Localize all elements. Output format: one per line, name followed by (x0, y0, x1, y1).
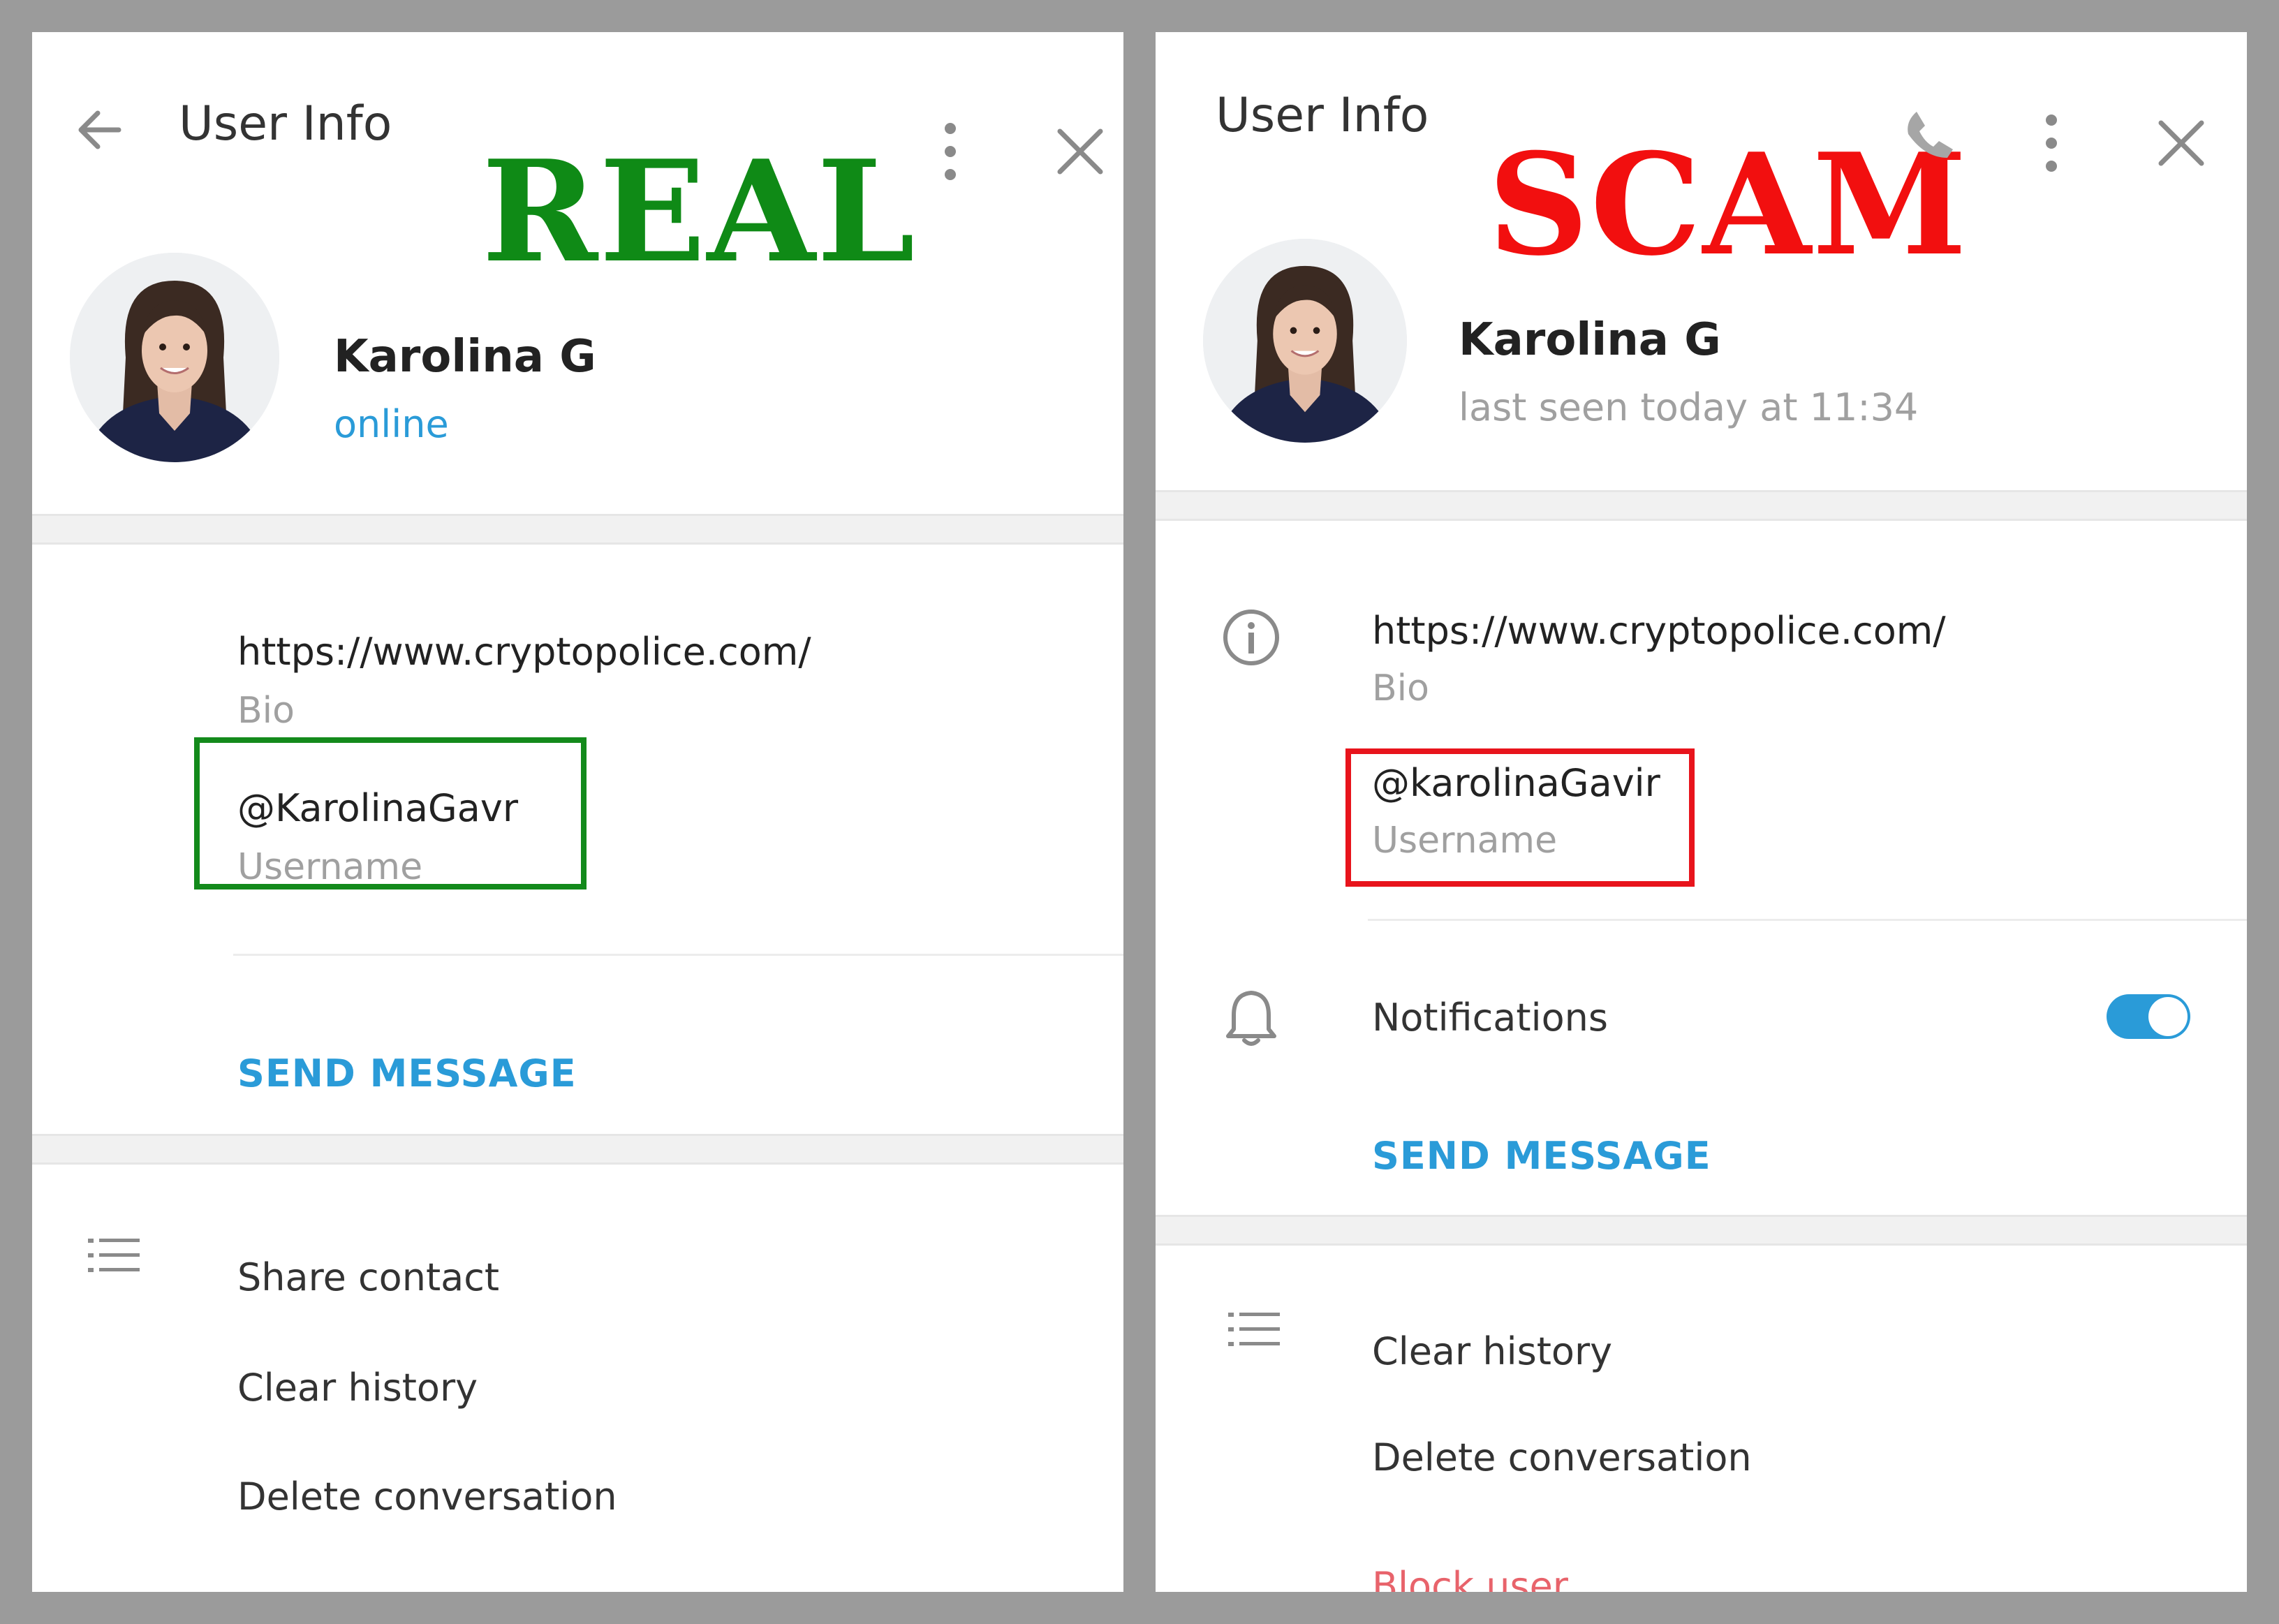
scam-stamp: SCAM (1488, 123, 1969, 287)
header-title: User Info (179, 96, 392, 152)
send-message-button[interactable]: SEND MESSAGE (1372, 1134, 1711, 1178)
bio-value[interactable]: https://www.cryptopolice.com/ (237, 630, 811, 674)
bio-label: Bio (1372, 667, 1429, 709)
menu-item-delete-conversation[interactable]: Delete conversation (1372, 1435, 1752, 1479)
header-title: User Info (1216, 88, 1429, 143)
notifications-label: Notifications (1372, 996, 1608, 1040)
close-icon[interactable] (1053, 124, 1107, 179)
real-stamp: REAL (482, 130, 917, 294)
profile-name: Karolina G (1459, 314, 1721, 366)
profile-status: online (334, 402, 449, 446)
real-user-info-panel: User Info REAL Karolina G online https:/… (32, 32, 1123, 1592)
bio-label: Bio (237, 690, 295, 732)
scam-user-info-panel: User Info SCAM Karolina G last seen toda… (1156, 32, 2247, 1592)
profile-status: last seen today at 11:34 (1459, 385, 1919, 429)
more-vertical-icon[interactable] (2041, 112, 2062, 175)
username-label: Username (1372, 820, 1558, 862)
menu-item-clear-history[interactable]: Clear history (237, 1366, 478, 1410)
back-arrow-icon[interactable] (71, 102, 127, 158)
close-icon[interactable] (2154, 116, 2208, 170)
block-user-button[interactable]: Block user (1372, 1564, 1568, 1592)
profile-name: Karolina G (334, 331, 596, 383)
username-value[interactable]: @KarolinaGavr (237, 786, 518, 830)
profile-photo (70, 253, 279, 462)
menu-item-clear-history[interactable]: Clear history (1372, 1329, 1612, 1373)
list-icon (88, 1239, 140, 1272)
bell-icon (1226, 991, 1276, 1046)
notifications-toggle[interactable] (2107, 994, 2190, 1039)
more-vertical-icon[interactable] (940, 120, 961, 183)
phone-icon[interactable] (1904, 108, 1957, 161)
send-message-button[interactable]: SEND MESSAGE (237, 1051, 577, 1095)
list-icon (1228, 1313, 1280, 1346)
divider-line (1368, 919, 2247, 921)
section-divider (1156, 1215, 2247, 1246)
username-value[interactable]: @karolinaGavir (1372, 761, 1660, 805)
info-icon (1223, 610, 1279, 665)
section-divider (32, 1134, 1123, 1165)
menu-item-delete-conversation[interactable]: Delete conversation (237, 1475, 617, 1519)
bio-value[interactable]: https://www.cryptopolice.com/ (1372, 609, 1946, 653)
menu-item-share-contact[interactable]: Share contact (237, 1255, 499, 1299)
section-divider (32, 514, 1123, 545)
avatar[interactable] (1203, 239, 1407, 443)
avatar[interactable] (70, 253, 279, 462)
toggle-knob (2148, 997, 2188, 1036)
section-divider (1156, 490, 2247, 521)
divider-line (233, 954, 1123, 956)
username-label: Username (237, 846, 423, 888)
profile-photo (1203, 239, 1407, 443)
